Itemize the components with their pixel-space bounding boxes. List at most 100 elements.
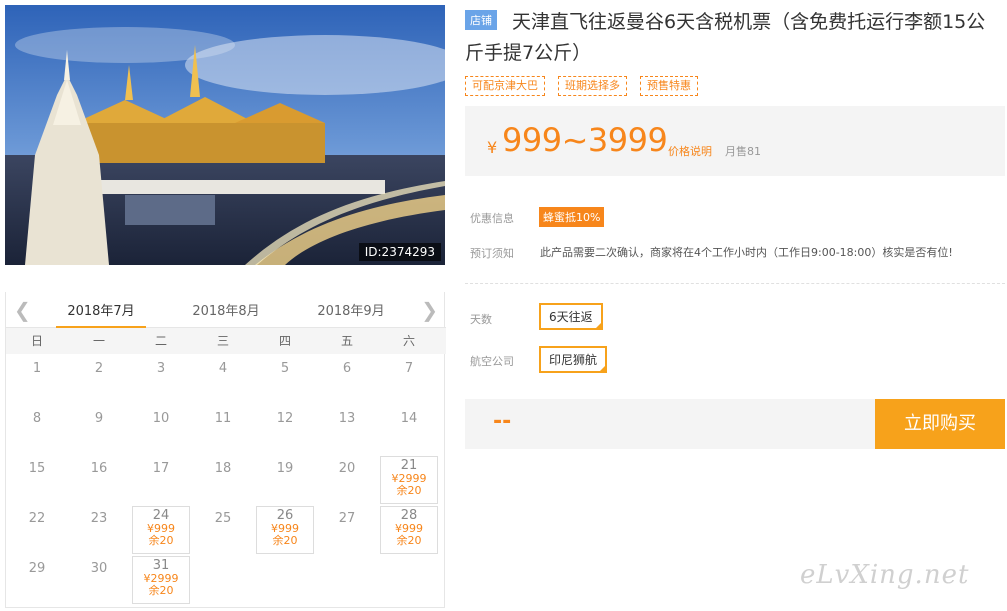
price-box: ¥ 999~3999 价格说明 月售81 xyxy=(465,106,1005,176)
calendar-day: 11 xyxy=(194,406,252,454)
weekday-sat: 六 xyxy=(402,334,415,348)
airline-label: 航空公司 xyxy=(470,355,514,368)
total-price: -- xyxy=(493,409,512,434)
day-number: 19 xyxy=(276,461,294,476)
chevron-right-icon[interactable]: ❯ xyxy=(421,298,438,322)
calendar-day: 22 xyxy=(8,506,66,554)
calendar-day-available[interactable]: 26 ¥999 余20 xyxy=(256,506,314,554)
calendar-day: 17 xyxy=(132,456,190,504)
day-number: 29 xyxy=(28,561,46,576)
day-number: 31 xyxy=(152,558,170,573)
discount-badge: 蜂蜜抵10% xyxy=(539,207,605,227)
calendar-day: 1 xyxy=(8,356,66,404)
calendar-day: 15 xyxy=(8,456,66,504)
calendar-day: 23 xyxy=(70,506,128,554)
day-number: 27 xyxy=(338,511,356,526)
calendar-day: 4 xyxy=(194,356,252,404)
calendar-day: 8 xyxy=(8,406,66,454)
weekday-header: 日 一 二 三 四 五 六 xyxy=(6,328,446,354)
day-stock: 余20 xyxy=(396,534,422,547)
day-number: 22 xyxy=(28,511,46,526)
booking-label: 预订须知 xyxy=(470,247,514,260)
day-number: 7 xyxy=(404,361,414,376)
calendar-day: 25 xyxy=(194,506,252,554)
days-option[interactable]: 6天往返 xyxy=(539,303,603,330)
day-number: 17 xyxy=(152,461,170,476)
tab-month-1[interactable]: 2018年7月 xyxy=(56,300,146,329)
calendar-day: 29 xyxy=(8,556,66,604)
day-number: 21 xyxy=(400,458,418,473)
monthly-sales: 月售81 xyxy=(725,145,761,158)
booking-notice: 此产品需要二次确认，商家将在4个工作小时内（工作日9:00-18:00）核实是否… xyxy=(540,246,953,259)
calendar-day: 14 xyxy=(380,406,438,454)
weekday-fri: 五 xyxy=(340,334,353,348)
tab-month-2[interactable]: 2018年8月 xyxy=(181,300,271,319)
day-stock: 余20 xyxy=(148,534,174,547)
calendar-day-available[interactable]: 24 ¥999 余20 xyxy=(132,506,190,554)
day-number: 10 xyxy=(152,411,170,426)
product-photo: ID:2374293 xyxy=(5,5,445,265)
calendar-day: 3 xyxy=(132,356,190,404)
feature-tag: 可配京津大巴 xyxy=(465,76,545,96)
day-number: 5 xyxy=(280,361,290,376)
calendar-day: 20 xyxy=(318,456,376,504)
temple-night-image xyxy=(5,5,445,265)
day-number: 2 xyxy=(94,361,104,376)
product-title: 天津直飞往返曼谷6天含税机票（含免费托运行李额15公斤手提7公斤） xyxy=(465,11,986,64)
day-number: 8 xyxy=(32,411,42,426)
calendar-month-nav: ❮ 2018年7月 2018年8月 2018年9月 ❯ xyxy=(6,292,446,329)
calendar-day: 13 xyxy=(318,406,376,454)
feature-tag: 预售特惠 xyxy=(640,76,698,96)
day-number: 24 xyxy=(152,508,170,523)
photo-id-label: ID:2374293 xyxy=(358,243,441,261)
weekday-mon: 一 xyxy=(92,334,105,348)
day-stock: 余20 xyxy=(272,534,298,547)
buy-now-button[interactable]: 立即购买 xyxy=(875,399,1005,449)
calendar-day: 16 xyxy=(70,456,128,504)
airline-option[interactable]: 印尼狮航 xyxy=(539,346,608,373)
day-number: 18 xyxy=(214,461,232,476)
day-number: 12 xyxy=(276,411,294,426)
calendar-day-available[interactable]: 31 ¥2999 余20 xyxy=(132,556,190,604)
day-number: 15 xyxy=(28,461,46,476)
calendar-day: 19 xyxy=(256,456,314,504)
chevron-left-icon[interactable]: ❮ xyxy=(14,298,31,322)
weekday-wed: 三 xyxy=(216,334,229,348)
day-number: 20 xyxy=(338,461,356,476)
calendar-day: 10 xyxy=(132,406,190,454)
calendar-day-available[interactable]: 21 ¥2999 余20 xyxy=(380,456,438,504)
calendar-day-available[interactable]: 28 ¥999 余20 xyxy=(380,506,438,554)
date-calendar: ❮ 2018年7月 2018年8月 2018年9月 ❯ 日 一 二 三 四 五 … xyxy=(5,292,446,608)
day-number: 26 xyxy=(276,508,294,523)
calendar-day: 12 xyxy=(256,406,314,454)
day-number: 4 xyxy=(218,361,228,376)
day-number: 6 xyxy=(342,361,352,376)
calendar-day: 5 xyxy=(256,356,314,404)
calendar-day: 7 xyxy=(380,356,438,404)
price-range: 999~3999 xyxy=(502,121,668,159)
day-number: 25 xyxy=(214,511,232,526)
day-number: 14 xyxy=(400,411,418,426)
day-number: 30 xyxy=(90,561,108,576)
feature-tags: 可配京津大巴 班期选择多 预售特惠 xyxy=(465,76,698,96)
days-label: 天数 xyxy=(470,313,492,326)
calendar-day: 6 xyxy=(318,356,376,404)
day-number: 23 xyxy=(90,511,108,526)
price-explanation-link[interactable]: 价格说明 xyxy=(668,143,712,159)
weekday-thu: 四 xyxy=(278,334,291,348)
weekday-sun: 日 xyxy=(30,334,43,348)
calendar-day: 27 xyxy=(318,506,376,554)
site-watermark: eLvXing.net xyxy=(800,560,970,590)
calendar-day: 30 xyxy=(70,556,128,604)
day-number: 9 xyxy=(94,411,104,426)
tab-month-3[interactable]: 2018年9月 xyxy=(306,300,396,319)
promo-label: 优惠信息 xyxy=(470,212,514,225)
currency-symbol: ¥ xyxy=(487,138,498,157)
calendar-day: 9 xyxy=(70,406,128,454)
day-number: 28 xyxy=(400,508,418,523)
day-number: 3 xyxy=(156,361,166,376)
day-number: 13 xyxy=(338,411,356,426)
day-number: 1 xyxy=(32,361,42,376)
section-divider xyxy=(465,283,1005,284)
feature-tag: 班期选择多 xyxy=(558,76,627,96)
